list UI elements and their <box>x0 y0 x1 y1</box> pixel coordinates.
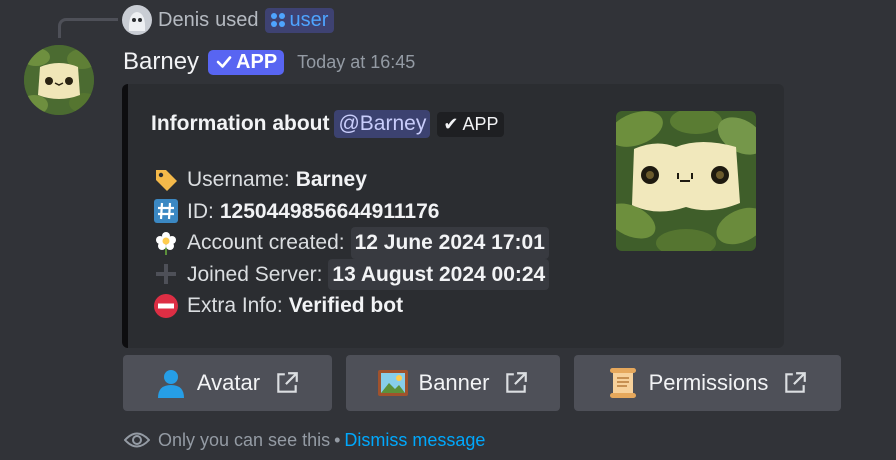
author-name[interactable]: Barney <box>123 48 199 76</box>
app-badge-label: APP <box>236 50 278 73</box>
banner-button[interactable]: Banner <box>346 355 560 411</box>
flower-icon <box>151 229 181 257</box>
framed-picture-icon <box>377 367 409 399</box>
no-entry-icon <box>151 292 181 320</box>
field-label: Account created: <box>187 231 345 254</box>
permissions-button-label: Permissions <box>648 370 769 395</box>
replied-user-avatar[interactable] <box>122 5 152 35</box>
check-icon <box>216 56 232 68</box>
app-badge: APP <box>208 49 285 75</box>
plus-icon <box>151 260 181 288</box>
banner-button-label: Banner <box>418 370 490 395</box>
command-icon <box>270 13 285 27</box>
scroll-icon <box>607 367 639 399</box>
eye-icon <box>124 432 150 448</box>
replied-user-name[interactable]: Denis <box>158 9 209 32</box>
embed-fields: Username: Barney ID: 1250449856644911176… <box>151 164 550 322</box>
message-header: Barney APP Today at 16:45 <box>123 44 415 80</box>
command-name: user <box>289 8 329 31</box>
field-id: ID: 1250449856644911176 <box>151 196 549 228</box>
field-value: 1250449856644911176 <box>219 199 440 223</box>
footer-separator: • <box>334 429 341 450</box>
field-extra-info: Extra Info: Verified bot <box>151 290 549 322</box>
user-info-embed: Information about @Barney ✔ APP Username… <box>122 84 784 348</box>
field-username: Username: Barney <box>151 164 549 196</box>
dismiss-message-link[interactable]: Dismiss message <box>344 430 485 451</box>
reply-header: Denis used user <box>122 5 335 35</box>
field-value: Barney <box>295 168 367 191</box>
field-value: Verified bot <box>288 294 404 317</box>
field-joined-server: Joined Server: 13 August 2024 00:24 <box>151 258 550 290</box>
embed-title: Information about @Barney ✔ APP <box>151 110 505 138</box>
external-link-icon <box>506 372 528 393</box>
permissions-button[interactable]: Permissions <box>574 355 841 411</box>
field-value: 13 August 2024 00:24 <box>328 258 550 290</box>
external-link-icon <box>277 372 298 393</box>
field-value: 12 June 2024 17:01 <box>350 227 549 259</box>
ephemeral-note: Only you can see this <box>158 429 331 450</box>
field-label: Joined Server: <box>187 262 323 286</box>
ephemeral-footer: Only you can see this • Dismiss message <box>124 428 485 452</box>
embed-title-prefix: Information about <box>151 112 330 135</box>
message-timestamp[interactable]: Today at 16:45 <box>297 52 415 73</box>
command-chip[interactable]: user <box>264 7 335 33</box>
mention-app-badge: ✔ APP <box>437 111 505 137</box>
person-icon <box>155 367 187 399</box>
reply-spine <box>58 18 118 38</box>
avatar-button[interactable]: Avatar <box>123 355 332 411</box>
user-mention[interactable]: @Barney <box>334 110 431 138</box>
label-tag-icon <box>151 166 181 194</box>
hash-icon <box>151 197 181 225</box>
avatar-button-label: Avatar <box>196 370 261 395</box>
field-account-created: Account created: 12 June 2024 17:01 <box>151 227 549 259</box>
field-label: Extra Info: <box>187 294 283 317</box>
mention-app-badge-label: APP <box>462 113 499 134</box>
embed-thumbnail[interactable] <box>616 111 756 251</box>
field-label: ID: <box>187 199 214 223</box>
reply-action-text: used <box>215 8 259 31</box>
external-link-icon <box>785 372 807 393</box>
author-avatar[interactable] <box>24 45 94 115</box>
field-label: Username: <box>187 168 290 191</box>
